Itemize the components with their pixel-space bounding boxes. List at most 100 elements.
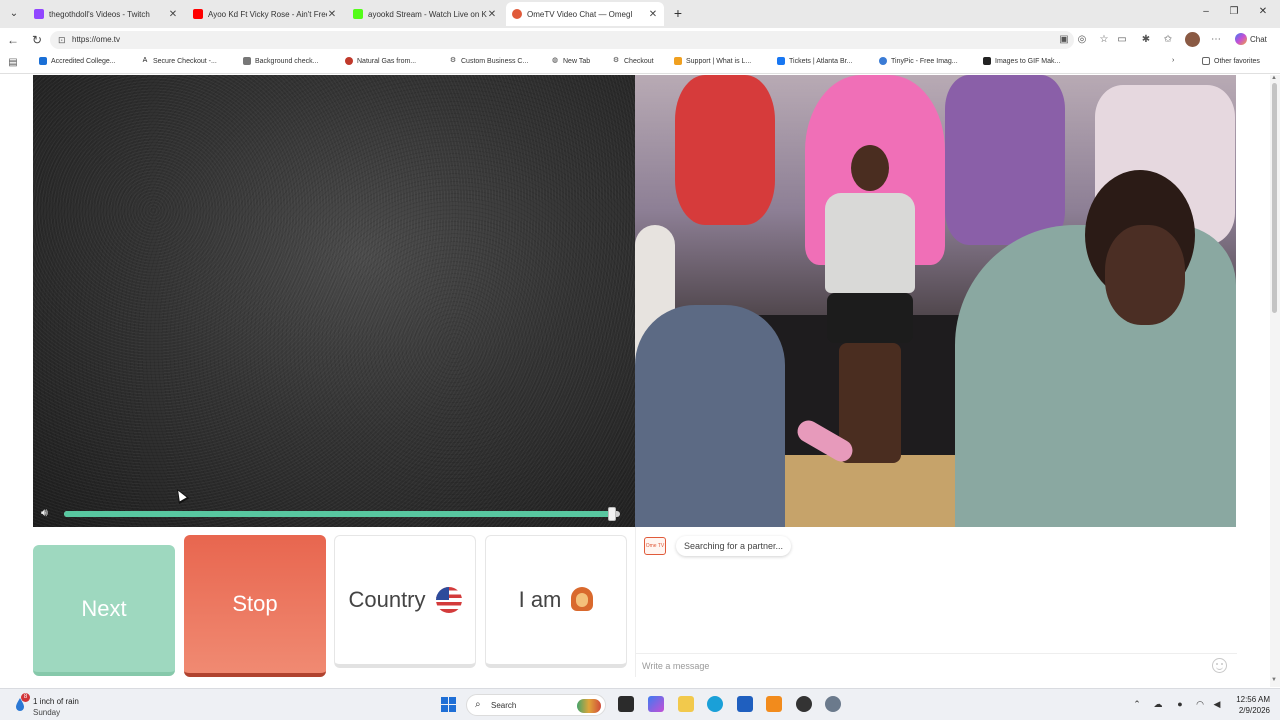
message-input[interactable] — [642, 657, 1202, 675]
tab-title: Ayoo Kd Ft Vicky Rose - Ain't Free — [208, 9, 327, 19]
volume-slider[interactable] — [64, 507, 620, 521]
windows-start-icon[interactable] — [441, 697, 456, 712]
favorites-overflow-chevron-icon[interactable]: › — [1172, 57, 1174, 64]
search-label: Search — [491, 701, 517, 710]
tab-title: ayookd Stream - Watch Live on Ki — [368, 9, 487, 19]
minimize-icon[interactable]: – — [1199, 6, 1213, 17]
vlc-app-icon[interactable] — [766, 696, 782, 712]
favorite-item[interactable]: Natural Gas from... — [345, 57, 416, 65]
emoji-smiley-icon[interactable] — [1212, 658, 1227, 673]
gender-button[interactable]: I am — [485, 535, 627, 668]
favorite-item[interactable]: Background check... — [243, 57, 318, 65]
microphone-icon[interactable]: ● — [1174, 699, 1186, 709]
person-face — [1105, 225, 1185, 325]
close-window-icon[interactable]: ✕ — [1256, 6, 1270, 17]
weather-day: Sunday — [33, 708, 61, 717]
mural-art — [945, 75, 1065, 245]
country-button[interactable]: Country — [334, 535, 476, 668]
windows-taskbar: 8 1 inch of rain Sunday ⌕ Search ⌃ ☁ ● ◠… — [0, 688, 1280, 720]
search-highlight-icon — [577, 699, 601, 713]
profile-avatar[interactable] — [1185, 32, 1200, 47]
favorite-item[interactable]: Accredited College... — [39, 57, 116, 65]
favorite-item[interactable]: ⚙ Custom Business C... — [449, 57, 528, 65]
favorite-star-icon[interactable]: ☆ — [1098, 34, 1110, 46]
stop-button[interactable]: Stop — [184, 535, 326, 677]
chevron-up-icon[interactable]: ⌃ — [1131, 699, 1143, 710]
close-icon[interactable]: ✕ — [327, 9, 337, 20]
remote-video-feed — [635, 75, 1236, 527]
edge-app-icon[interactable] — [707, 696, 723, 712]
scroll-up-icon[interactable]: ▲ — [1271, 75, 1277, 81]
person-shirt — [825, 193, 915, 293]
system-clock[interactable]: 12:56 AM 2/9/2026 — [1228, 694, 1270, 716]
tab-twitch[interactable]: thegothdoll's Videos - Twitch ✕ — [28, 2, 184, 26]
volume-tray-icon[interactable]: ◀ — [1211, 699, 1223, 710]
bookmark-icon: A — [142, 57, 148, 64]
weather-widget[interactable]: 8 1 inch of rain Sunday — [14, 693, 104, 717]
camera-icon[interactable]: ▭ — [1116, 34, 1128, 46]
favorite-item[interactable]: ⚙ Checkout — [612, 57, 654, 65]
close-icon[interactable]: ✕ — [168, 9, 178, 20]
tab-kick[interactable]: ayookd Stream - Watch Live on Ki ✕ — [347, 2, 503, 26]
favorite-item[interactable]: Images to GIF Mak... — [983, 57, 1060, 65]
tab-title: OmeTV Video Chat — Omegl — [527, 9, 633, 19]
restore-icon[interactable]: ❐ — [1227, 6, 1241, 17]
tracking-icon[interactable]: ◎ — [1076, 34, 1088, 46]
tab-ometv[interactable]: OmeTV Video Chat — Omegl ✕ — [506, 2, 664, 26]
url-text: https://ome.tv — [72, 35, 121, 44]
bookmark-icon — [243, 57, 251, 65]
favorite-item[interactable]: A Secure Checkout -... — [141, 57, 217, 65]
chrome-app-icon[interactable] — [796, 696, 812, 712]
taskbar-search[interactable]: ⌕ Search — [466, 694, 606, 716]
refresh-icon[interactable]: ↻ — [29, 32, 45, 48]
youtube-favicon-icon — [193, 9, 203, 19]
chat-input-row — [636, 653, 1237, 677]
us-flag-icon — [435, 587, 462, 613]
cloud-icon[interactable]: ☁ — [1152, 699, 1164, 710]
person-shorts — [827, 293, 913, 343]
volume-handle[interactable] — [608, 507, 617, 521]
iam-label: I am — [518, 587, 562, 612]
copilot-chat-button[interactable]: Chat — [1235, 33, 1267, 45]
file-explorer-app-icon[interactable] — [618, 696, 634, 712]
page-scrollbar[interactable]: ▲ ▼ — [1270, 75, 1280, 687]
tab-youtube[interactable]: Ayoo Kd Ft Vicky Rose - Ain't Free ✕ — [187, 2, 343, 26]
favorite-item[interactable]: ◍ New Tab — [551, 57, 590, 65]
folder-app-icon[interactable] — [678, 696, 694, 712]
store-app-icon[interactable] — [737, 696, 753, 712]
copilot-app-icon[interactable] — [648, 696, 664, 712]
volume-fill — [64, 511, 615, 517]
back-arrow-icon[interactable]: ← — [5, 32, 21, 48]
favorites-icon[interactable]: ✩ — [1162, 34, 1174, 46]
person-head — [851, 145, 889, 191]
sidebar-toggle-icon[interactable]: ▤ — [7, 57, 19, 69]
volume-icon[interactable]: 🔊︎ — [41, 507, 55, 519]
settings-app-icon[interactable] — [825, 696, 841, 712]
copilot-label: Chat — [1250, 34, 1267, 44]
extensions-icon[interactable]: ✱ — [1140, 34, 1152, 46]
close-icon[interactable]: ✕ — [648, 9, 658, 20]
scroll-down-icon[interactable]: ▼ — [1271, 677, 1277, 683]
tab-list-chevron-icon[interactable]: ⌄ — [6, 6, 22, 22]
other-favorites[interactable]: Other favorites — [1202, 57, 1260, 65]
close-icon[interactable]: ✕ — [487, 9, 497, 20]
ometv-favicon-icon — [512, 9, 522, 19]
more-menu-icon[interactable]: ⋯ — [1210, 34, 1222, 46]
favorite-item[interactable]: Tickets | Atlanta Br... — [777, 57, 852, 65]
bookmark-icon — [39, 57, 47, 65]
foreground-person-left — [635, 305, 785, 527]
next-button[interactable]: Next — [33, 545, 175, 676]
favorite-item[interactable]: Support | What is L... — [674, 57, 751, 65]
tab-strip: ⌄ thegothdoll's Videos - Twitch ✕ Ayoo K… — [0, 0, 1280, 28]
app-install-icon[interactable]: ▣ — [1058, 34, 1070, 46]
search-icon: ⌕ — [475, 699, 481, 710]
url-field[interactable]: ⊡ https://ome.tv — [50, 31, 1074, 49]
mural-art — [675, 75, 775, 225]
new-tab-plus-icon[interactable]: + — [671, 5, 685, 21]
bookmark-icon — [879, 57, 887, 65]
static-noise — [33, 75, 635, 527]
wifi-icon[interactable]: ◠ — [1194, 699, 1206, 710]
favorite-item[interactable]: TinyPic - Free Imag... — [879, 57, 958, 65]
folder-icon — [1202, 57, 1210, 65]
scroll-thumb[interactable] — [1272, 83, 1277, 313]
